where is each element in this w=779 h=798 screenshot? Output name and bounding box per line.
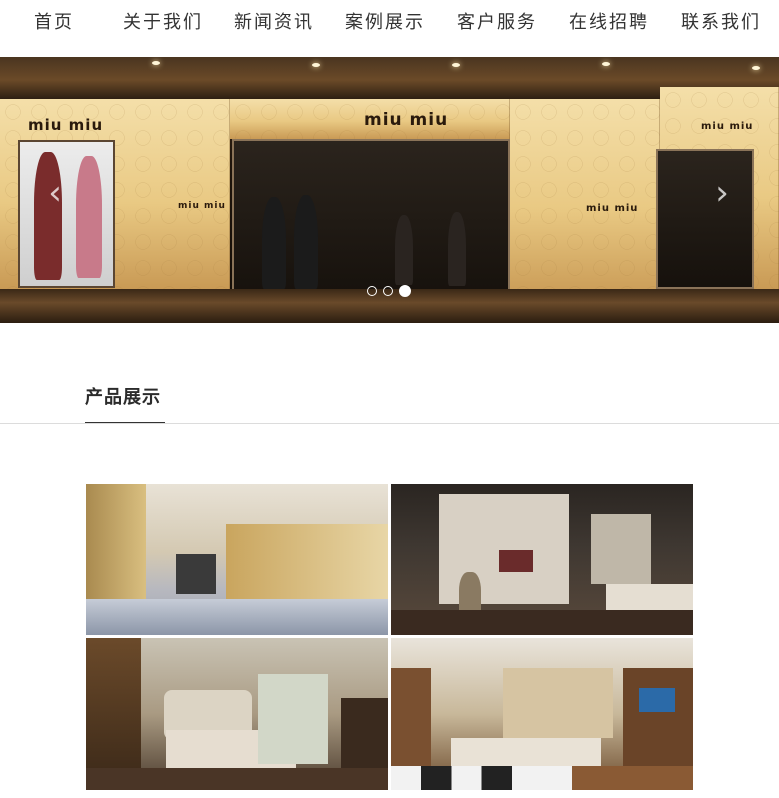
floor (86, 768, 388, 790)
section-divider (0, 423, 779, 424)
model-figure (76, 156, 102, 278)
feature-wall (503, 668, 613, 738)
model-figure (34, 152, 62, 280)
carousel-dot-active[interactable] (399, 285, 411, 297)
window (258, 674, 328, 764)
section-title: 产品展示 (85, 387, 161, 408)
ceiling-light (312, 63, 320, 67)
prev-slide-arrow-icon[interactable]: ‹ (44, 175, 66, 211)
mannequin (448, 212, 466, 286)
wall-art (176, 554, 216, 594)
nav-item-service[interactable]: 客户服务 (457, 10, 537, 36)
next-slide-arrow-icon[interactable]: › (711, 175, 733, 211)
brand-sign: miu miu (178, 201, 226, 211)
mannequin (262, 197, 286, 289)
floor (86, 599, 388, 635)
ceiling-light (152, 61, 160, 65)
nav-item-about[interactable]: 关于我们 (123, 10, 203, 36)
storefront-panel (510, 99, 660, 299)
product-card[interactable] (391, 484, 693, 635)
shop-entrance (656, 149, 754, 289)
product-card[interactable] (391, 638, 693, 790)
nav-item-contact[interactable]: 联系我们 (681, 10, 761, 36)
product-card[interactable] (86, 638, 388, 790)
mannequin (294, 195, 318, 289)
ceiling-light (602, 62, 610, 66)
carousel-dot[interactable] (383, 286, 393, 296)
carousel-dot[interactable] (367, 286, 377, 296)
tv-wall (623, 668, 693, 768)
nav-item-cases[interactable]: 案例展示 (345, 10, 425, 36)
banner-carousel: miu miu miu miu miu miu miu miu miu miu … (0, 57, 779, 323)
nav-item-home[interactable]: 首页 (34, 10, 74, 36)
brand-sign: miu miu (28, 116, 104, 134)
brand-sign: miu miu (364, 110, 449, 130)
top-nav: 首页 关于我们 新闻资讯 案例展示 客户服务 在线招聘 联系我们 (0, 0, 779, 57)
ceiling-light (452, 63, 460, 67)
nav-item-jobs[interactable]: 在线招聘 (569, 10, 649, 36)
product-card[interactable] (86, 484, 388, 635)
brand-sign: miu miu (586, 203, 639, 214)
floor (391, 610, 693, 635)
tv-screen (499, 550, 533, 572)
nav-item-news[interactable]: 新闻资讯 (234, 10, 314, 36)
window (591, 514, 651, 584)
ceiling-light (752, 66, 760, 70)
floor-rug (391, 766, 693, 790)
sofa (451, 738, 601, 766)
fashion-poster (18, 140, 115, 288)
tv-screen (639, 688, 675, 712)
brand-sign: miu miu (701, 121, 754, 132)
mannequin (395, 215, 413, 285)
